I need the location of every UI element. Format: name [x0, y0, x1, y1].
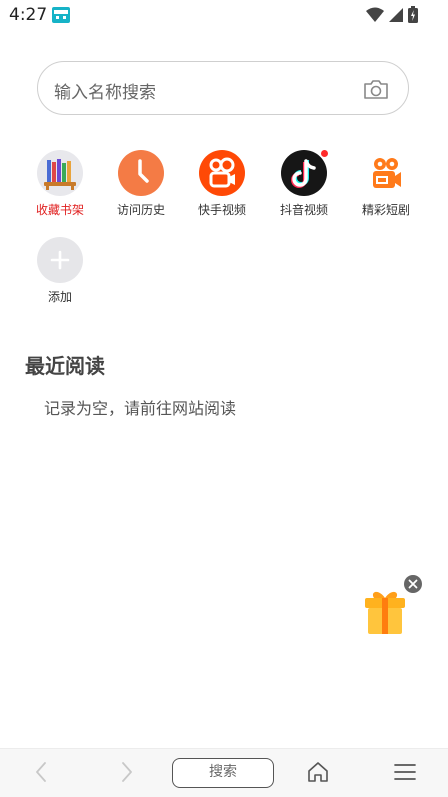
shortcut-history[interactable]: 访问历史	[106, 150, 176, 218]
kuaishou-icon	[199, 150, 245, 196]
shortcut-label: 收藏书架	[35, 203, 84, 217]
shortcut-douyin[interactable]: 抖音视频	[269, 150, 339, 218]
bottom-search-button[interactable]: 搜索	[172, 758, 274, 788]
forward-icon[interactable]	[120, 761, 134, 783]
bookshelf-icon	[37, 150, 83, 196]
status-bar: 4:27	[0, 0, 448, 30]
status-icons	[366, 6, 418, 23]
home-icon[interactable]	[306, 760, 330, 784]
shortcut-label: 快手视频	[197, 203, 246, 217]
gift-icon[interactable]	[362, 586, 408, 636]
shortcut-label: 添加	[47, 290, 72, 304]
search-input[interactable]: 输入名称搜索	[54, 78, 156, 103]
search-box[interactable]: 输入名称搜索	[37, 61, 409, 115]
short-drama-icon	[363, 150, 409, 196]
battery-icon	[408, 6, 418, 23]
shortcut-kuaishou[interactable]: 快手视频	[187, 150, 257, 218]
recent-reading-title: 最近阅读	[25, 354, 105, 378]
recent-empty-text: 记录为空，请前往网站阅读	[44, 399, 237, 418]
shortcut-label: 访问历史	[116, 203, 165, 217]
clock-icon	[118, 150, 164, 196]
status-time: 4:27	[9, 5, 48, 25]
shortcut-short-drama[interactable]: 精彩短剧	[351, 150, 421, 218]
close-icon[interactable]	[404, 575, 422, 593]
shortcut-label: 精彩短剧	[361, 203, 410, 217]
menu-icon[interactable]	[394, 763, 416, 781]
plus-icon	[37, 237, 83, 283]
back-icon[interactable]	[34, 761, 48, 783]
shortcut-bookshelf[interactable]: 收藏书架	[25, 150, 95, 218]
shortcut-label: 抖音视频	[279, 203, 328, 217]
signal-icon	[389, 7, 403, 22]
douyin-icon	[281, 150, 328, 196]
shortcut-add[interactable]: 添加	[25, 237, 95, 305]
camera-icon[interactable]	[363, 77, 389, 101]
app-notification-icon	[52, 7, 70, 23]
notification-dot	[321, 150, 328, 157]
wifi-icon	[366, 7, 384, 22]
bottom-nav: 搜索	[0, 748, 448, 797]
